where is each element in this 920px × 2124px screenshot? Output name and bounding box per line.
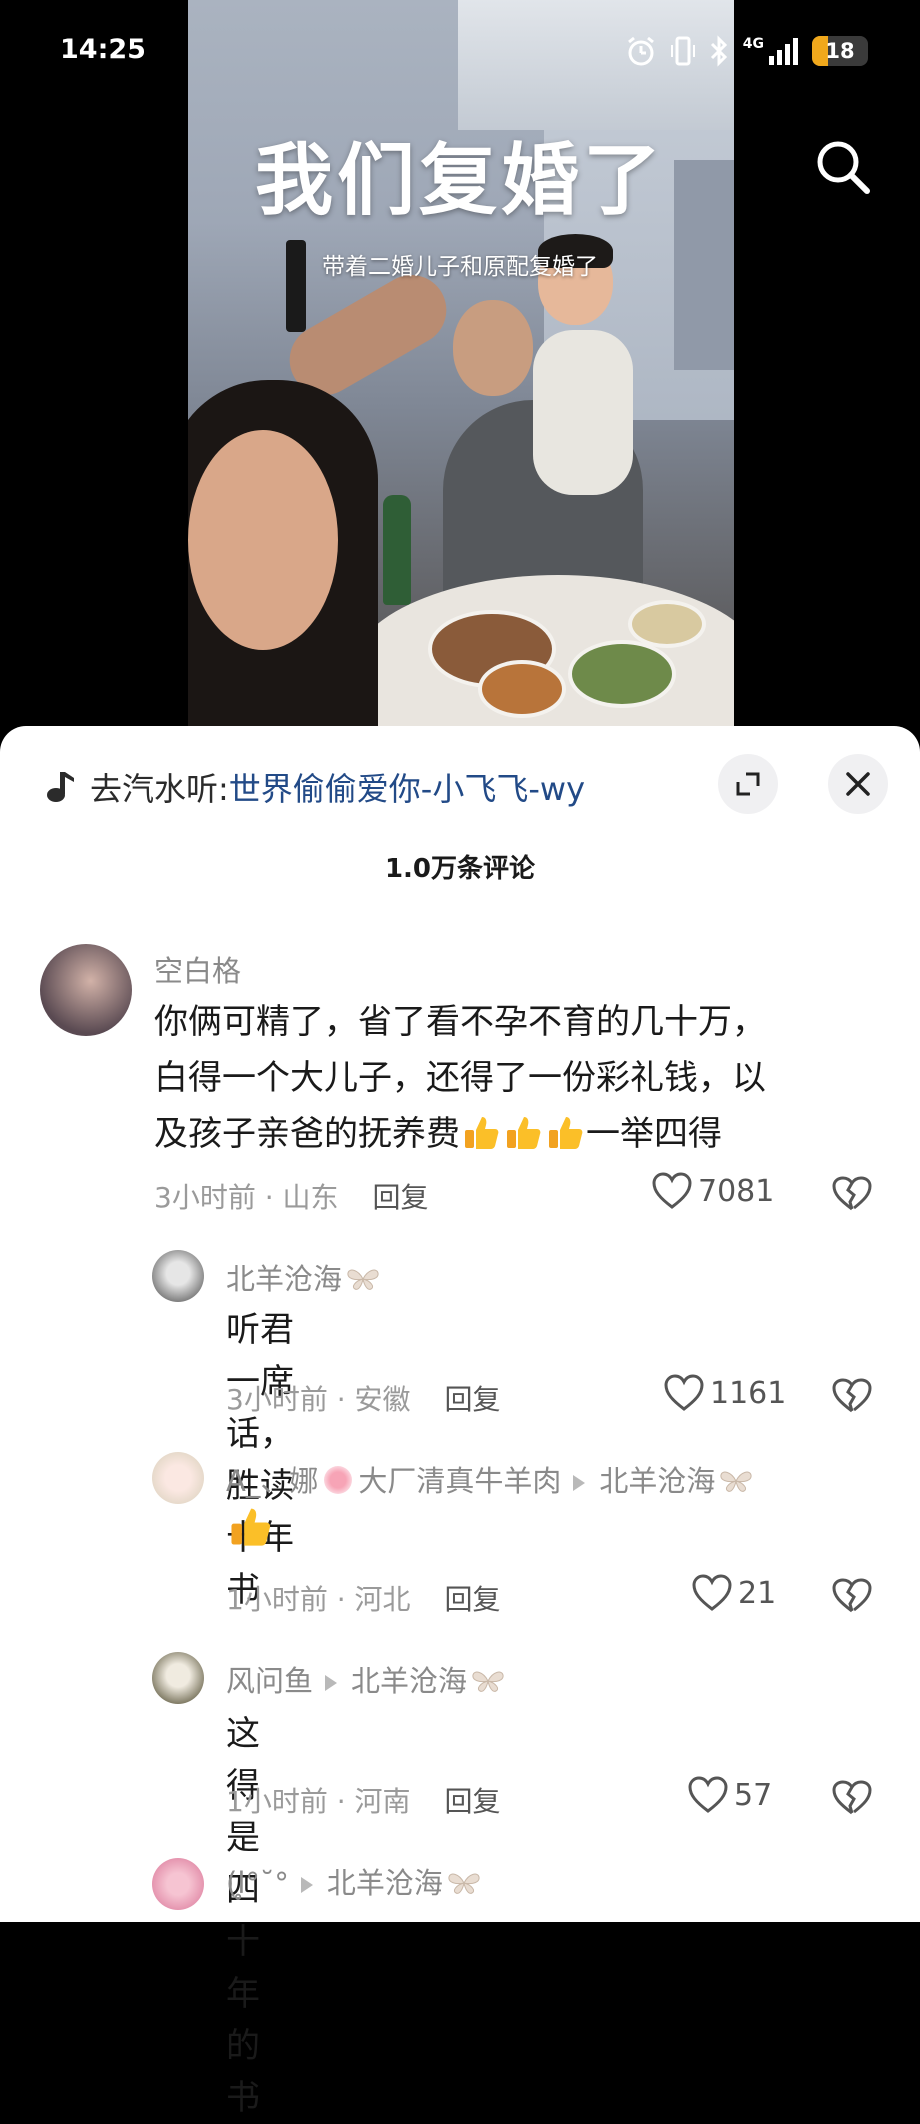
comment-author[interactable]: A_、娜 大厂清真牛羊肉 北羊沧海 (226, 1458, 753, 1500)
butterfly-icon (472, 1671, 504, 1692)
vibrate-icon (670, 36, 695, 66)
like-button[interactable]: 7081 (652, 1172, 774, 1210)
reply-arrow-icon (573, 1475, 586, 1491)
music-link[interactable]: 去汽水听: 世界偷偷爱你-小飞飞-wy (46, 764, 585, 810)
comment-meta: 1小时前 · 河南 回复 (226, 1780, 501, 1820)
comment-text (226, 1504, 274, 1548)
reply-button[interactable]: 回复 (445, 1583, 501, 1616)
heart-icon (652, 1172, 692, 1209)
video-player[interactable]: 我们复婚了 带着二婚儿子和原配复婚了 (0, 0, 920, 740)
expand-icon (736, 772, 760, 796)
status-icons: 4G 18 (625, 34, 868, 68)
search-icon (817, 141, 870, 194)
avatar[interactable] (152, 1452, 204, 1504)
music-song-title[interactable]: 世界偷偷爱你-小飞飞-wy (229, 764, 585, 810)
avatar[interactable] (152, 1858, 204, 1910)
like-count: 1161 (710, 1375, 787, 1411)
like-button[interactable]: 57 (688, 1776, 772, 1814)
butterfly-icon (347, 1269, 379, 1290)
comment-sheet: 去汽水听: 世界偷偷爱你-小飞飞-wy 1.0万条评论 空白格 你俩可精了，省了… (0, 726, 920, 2118)
like-count: 21 (738, 1575, 777, 1611)
alarm-icon (627, 36, 654, 66)
thumbs-up-emoji-icon (507, 1117, 541, 1149)
reply-button[interactable]: 回复 (373, 1181, 429, 1214)
comment-text-line: 及孩子亲爸的抚养费 (154, 1114, 460, 1154)
like-count: 57 (734, 1777, 773, 1813)
like-button[interactable]: 1161 (664, 1374, 786, 1412)
battery-level: 18 (825, 39, 855, 63)
close-button[interactable] (828, 754, 888, 814)
network-label: 4G (742, 36, 764, 52)
close-icon (846, 772, 870, 796)
comment-meta: 1小时前 · 河北 回复 (226, 1578, 501, 1618)
reply-arrow-icon (300, 1877, 313, 1893)
signal-icon (769, 38, 798, 65)
comment-author[interactable]: (ⅼ̥°˘° 北羊沧海 (226, 1860, 481, 1902)
thumbs-up-emoji-icon (231, 1508, 271, 1546)
comment-author[interactable]: 北羊沧海 (226, 1256, 380, 1298)
music-note-icon (47, 772, 74, 802)
blossom-icon (324, 1466, 353, 1494)
dislike-broken-heart-icon[interactable] (832, 1176, 872, 1212)
comment-text: 这得是四十年的书 (226, 1714, 260, 2118)
comment-text: 你俩可精了，省了看不孕不育的几十万， 白得一个大儿子，还得了一份彩礼钱，以 及孩… (154, 994, 874, 1162)
comment-time-location: 1小时前 · 河北 (226, 1583, 411, 1616)
butterfly-icon (448, 1873, 480, 1894)
heart-icon (692, 1574, 732, 1611)
dislike-broken-heart-icon[interactable] (832, 1378, 872, 1414)
heart-icon (664, 1374, 704, 1411)
comment-time-location: 3小时前 · 山东 (154, 1181, 339, 1214)
comment-meta: 3小时前 · 安徽 回复 (226, 1378, 501, 1418)
video-subtitle: 带着二婚儿子和原配复婚了 (322, 254, 598, 280)
dislike-broken-heart-icon[interactable] (832, 1578, 872, 1614)
avatar[interactable] (152, 1652, 204, 1704)
bluetooth-icon (710, 35, 727, 67)
comment-text-line: 你俩可精了，省了看不孕不育的几十万， (154, 1002, 766, 1042)
heart-icon (688, 1776, 728, 1813)
comment-text-line: 白得一个大儿子，还得了一份彩礼钱，以 (154, 1058, 766, 1098)
thumbs-up-emoji-icon (465, 1117, 499, 1149)
reply-arrow-icon (325, 1675, 338, 1691)
dislike-broken-heart-icon[interactable] (832, 1780, 872, 1816)
search-button[interactable] (812, 136, 874, 198)
comment-author[interactable]: 风问鱼 北羊沧海 (226, 1658, 505, 1700)
comment-meta: 3小时前 · 山东 回复 (154, 1176, 429, 1216)
comment-text-line: 一举四得 (586, 1114, 722, 1154)
video-frame (188, 0, 734, 740)
expand-button[interactable] (718, 754, 778, 814)
comment-time-location: 1小时前 · 河南 (226, 1785, 411, 1818)
comment-count: 1.0万条评论 (384, 854, 536, 884)
comment-author[interactable]: 空白格 (154, 948, 241, 990)
avatar[interactable] (152, 1250, 204, 1302)
thumbs-up-emoji-icon (549, 1117, 583, 1149)
butterfly-icon (720, 1471, 752, 1492)
status-time: 14:25 (60, 34, 146, 65)
avatar[interactable] (40, 944, 132, 1036)
reply-button[interactable]: 回复 (445, 1383, 501, 1416)
reply-button[interactable]: 回复 (445, 1785, 501, 1818)
comment-time-location: 3小时前 · 安徽 (226, 1383, 411, 1416)
battery-indicator: 18 (812, 36, 868, 66)
video-title: 我们复婚了 (254, 136, 665, 226)
music-prefix: 去汽水听: (90, 770, 229, 808)
like-count: 7081 (698, 1173, 775, 1209)
like-button[interactable]: 21 (692, 1574, 776, 1612)
